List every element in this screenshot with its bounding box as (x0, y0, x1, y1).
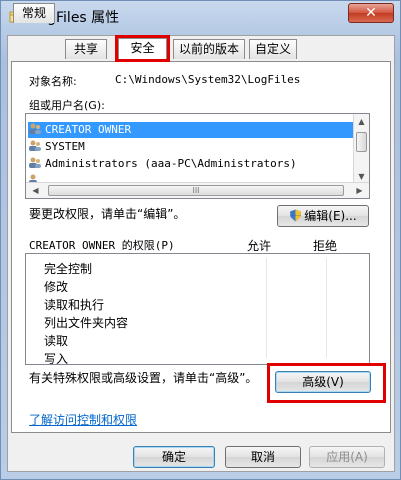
permissions-list: 完全控制 修改 读取和执行 列出文件夹内容 读取 写入 (25, 253, 370, 365)
apply-button[interactable]: 应用(A) (309, 446, 385, 468)
permission-row: 读取 (44, 334, 69, 348)
user-group-icon (28, 157, 42, 169)
change-permissions-text: 要更改权限，请单击“编辑”。 (29, 207, 186, 221)
user-group-icon (28, 140, 42, 152)
uac-shield-icon (289, 208, 302, 222)
allow-column-divider (266, 258, 267, 358)
scroll-left-icon[interactable]: ◀ (28, 183, 43, 198)
edit-button-label: 编辑(E)... (304, 209, 357, 223)
group-users-list[interactable]: CREATOR OWNER SYSTEM Administrators (aaa… (25, 113, 370, 199)
advanced-highlight-box (267, 363, 386, 403)
edit-button[interactable]: 编辑(E)... (277, 205, 369, 227)
tab-customize[interactable]: 自定义 (249, 39, 297, 59)
permission-row: 修改 (44, 280, 69, 294)
vertical-scrollbar[interactable]: ▲ ▼ (353, 114, 369, 184)
title-bar[interactable]: LogFiles 属性 ✕ (1, 1, 400, 33)
tab-previous-versions[interactable]: 以前的版本 (173, 39, 245, 59)
deny-column-divider (326, 258, 327, 358)
permission-row: 读取和执行 (44, 298, 105, 312)
properties-window: LogFiles 属性 ✕ 常规 共享 安全 以前的版本 自定义 对象名称: C… (0, 0, 401, 480)
allow-column-header: 允许 (247, 239, 272, 253)
deny-column-header: 拒绝 (313, 239, 338, 253)
horizontal-scrollbar[interactable]: ◀ III ▶ (26, 182, 369, 198)
cancel-button[interactable]: 取消 (225, 446, 301, 468)
list-item[interactable]: SYSTEM (28, 139, 354, 155)
permissions-title: CREATOR OWNER 的权限(P) (29, 239, 175, 252)
learn-access-control-link[interactable]: 了解访问控制和权限 (29, 411, 137, 428)
list-item-label: Administrators (aaa-PC\Administrators) (45, 157, 297, 170)
scroll-up-icon[interactable]: ▲ (354, 114, 369, 129)
permission-row: 完全控制 (44, 262, 93, 276)
list-item-label: SYSTEM (45, 140, 85, 153)
object-name-label: 对象名称: (29, 75, 77, 88)
tab-sharing[interactable]: 共享 (65, 39, 107, 59)
permission-row: 写入 (44, 352, 69, 365)
close-button[interactable]: ✕ (348, 3, 394, 23)
object-name-value: C:\Windows\System32\LogFiles (115, 73, 301, 86)
vertical-scroll-thumb[interactable] (356, 132, 367, 152)
advanced-settings-text: 有关特殊权限或高级设置，请单击“高级”。 (29, 371, 258, 385)
list-item-label: CREATOR OWNER (45, 123, 132, 136)
horizontal-scroll-thumb[interactable]: III (48, 185, 344, 196)
list-item[interactable]: Administrators (aaa-PC\Administrators) (28, 156, 354, 172)
scroll-right-icon[interactable]: ▶ (352, 183, 367, 198)
user-group-icon (28, 123, 42, 135)
group-users-label: 组或用户名(G): (29, 99, 105, 112)
tab-highlight-box (115, 35, 170, 62)
ok-button[interactable]: 确定 (133, 446, 215, 468)
tab-general[interactable]: 常规 (13, 3, 55, 23)
permission-row: 列出文件夹内容 (44, 316, 129, 330)
list-item[interactable]: CREATOR OWNER (28, 122, 354, 138)
